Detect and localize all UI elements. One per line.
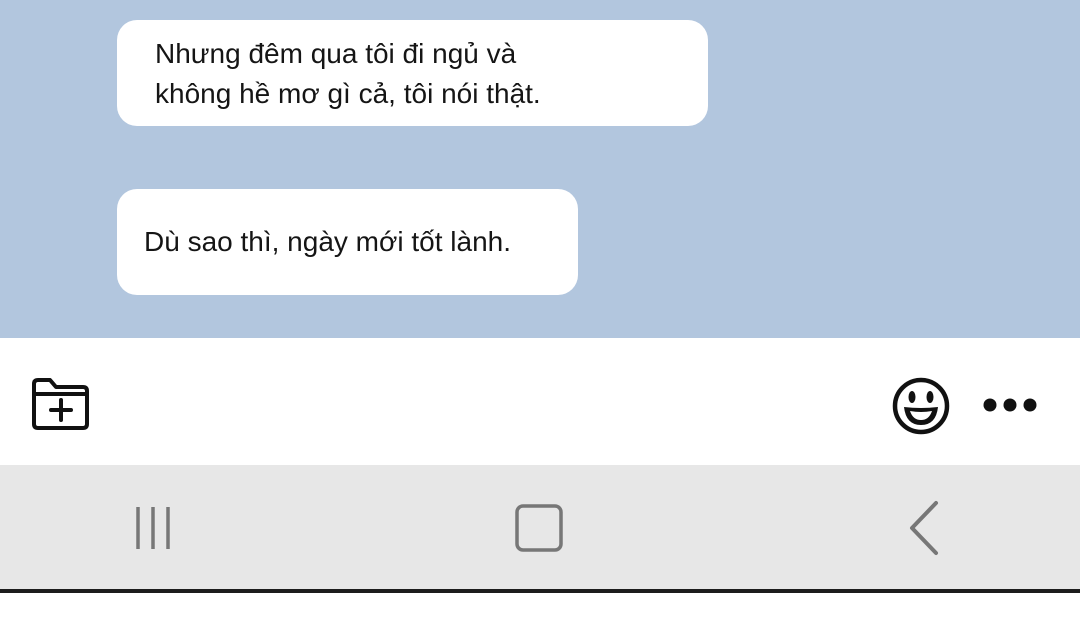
more-dots-icon[interactable] (980, 390, 1040, 420)
recent-apps-icon[interactable] (128, 503, 178, 553)
message-bubble[interactable]: Nhưng đêm qua tôi đi ngủ và không hề mơ … (117, 20, 708, 126)
message-text: Nhưng đêm qua tôi đi ngủ và (155, 38, 517, 69)
message-text: Dù sao thì, ngày mới tốt lành. (144, 226, 511, 257)
home-square-icon[interactable] (512, 501, 566, 555)
folder-plus-icon[interactable] (28, 376, 94, 432)
chat-input-bar (0, 338, 1080, 465)
message-bubble[interactable]: Dù sao thì, ngày mới tốt lành. (117, 189, 578, 295)
message-text: không hề mơ gì cả, tôi nói thật. (155, 78, 541, 109)
chat-area: Nhưng đêm qua tôi đi ngủ và không hề mơ … (0, 0, 1080, 338)
system-navigation-bar (0, 465, 1080, 589)
smiley-face-icon[interactable] (891, 376, 951, 436)
back-chevron-icon[interactable] (902, 499, 946, 557)
bottom-blank-area (0, 593, 1080, 631)
